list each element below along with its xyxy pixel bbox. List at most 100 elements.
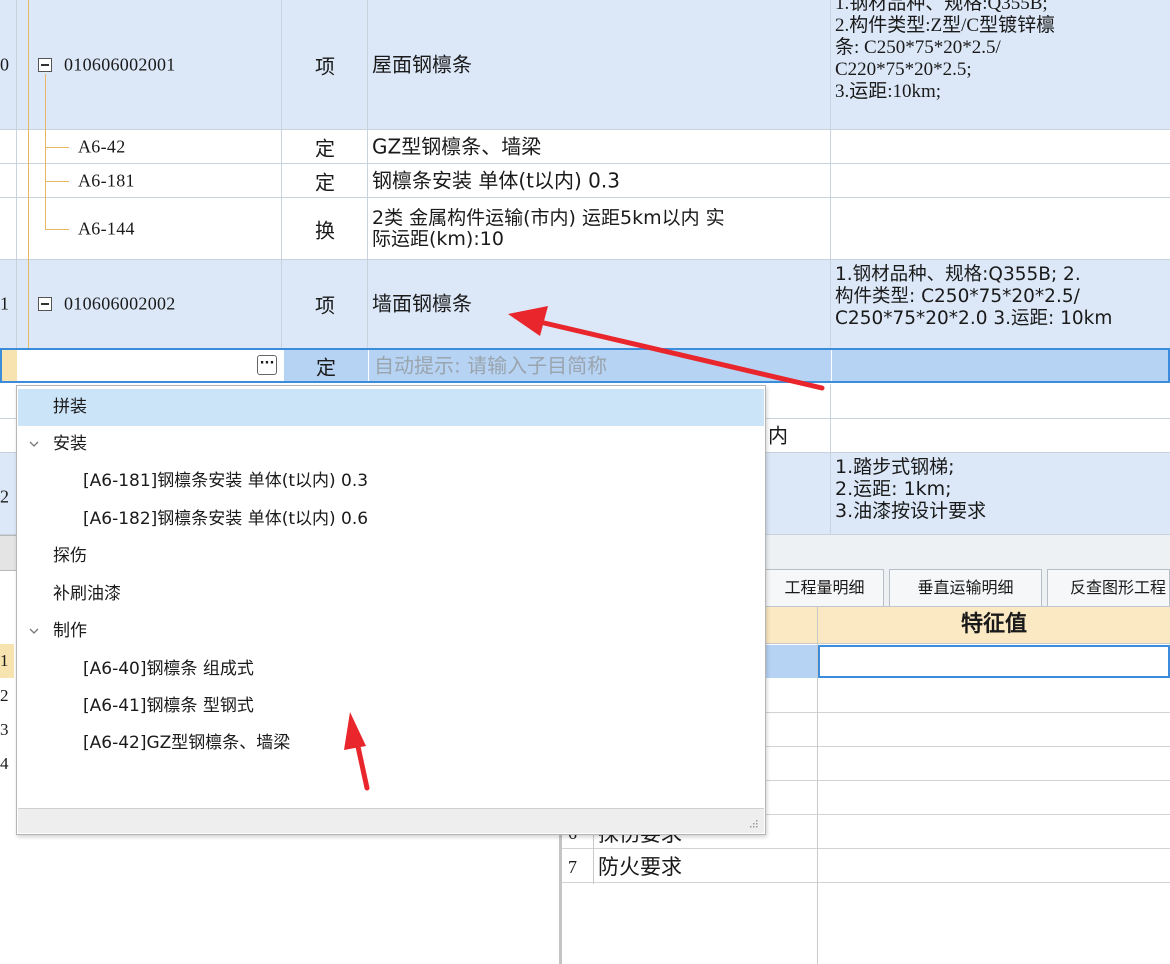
tree-line [45, 181, 69, 182]
collapse-icon[interactable] [38, 297, 52, 311]
quota-code: A6-181 [78, 170, 135, 190]
dropdown-group-assembly[interactable]: 拼装 [18, 389, 764, 426]
row-number-cell [0, 198, 17, 259]
feature-cell[interactable] [831, 198, 1170, 259]
row-number-cell: 2 [0, 453, 17, 534]
active-type-cell[interactable]: 定 [284, 350, 368, 381]
table-row[interactable]: A6-144 换 2类 金属构件运输(市内) 运距5km以内 实 际运距(km)… [0, 198, 1170, 260]
tab-quantity-detail[interactable]: 工程量明细 [765, 569, 884, 606]
type-cell[interactable]: 换 [282, 198, 368, 259]
row-number-cell: 0 [0, 0, 17, 129]
ellipsis-button[interactable]: ··· [257, 355, 277, 375]
code-cell[interactable]: 010606002002 [17, 260, 282, 348]
type-cell[interactable]: 定 [282, 130, 368, 163]
type-label: 定 [316, 355, 336, 379]
feature-line: C220*75*20*2.5; [835, 59, 972, 80]
item-label: [A6-40]钢檩条 组成式 [83, 659, 254, 679]
type-label: 换 [315, 218, 335, 242]
tree-line [28, 0, 29, 130]
feature-text: 1.踏步式钢梯; 2.运距: 1km; 3.油漆按设计要求 [835, 456, 1168, 522]
dropdown-item[interactable]: [A6-40]钢檩条 组成式 [18, 651, 764, 688]
code-cell[interactable]: 010606002001 [17, 0, 282, 129]
feature-line: 1.钢材品种、规格:Q355B; [835, 0, 1048, 14]
code-input[interactable] [18, 350, 282, 382]
dropdown-group-painting[interactable]: 补刷油漆 [18, 576, 764, 613]
feature-value-input[interactable] [818, 645, 1170, 678]
tab-label: 反查图形工程 [1070, 578, 1167, 597]
row-number: 2 [0, 686, 9, 705]
autocomplete-dropdown[interactable]: 拼装 安装 [A6-181]钢檩条安装 单体(t以内) 0.3 [A6-182]… [16, 385, 766, 835]
table-row[interactable]: A6-42 定 GZ型钢檩条、墙梁 [0, 130, 1170, 164]
name-cell[interactable]: 屋面钢檩条 [368, 0, 831, 129]
item-label: [A6-42]GZ型钢檩条、墙梁 [83, 733, 291, 753]
collapse-icon[interactable] [38, 57, 52, 72]
row-number: 4 [0, 754, 9, 773]
item-name: 钢檩条安装 单体(t以内) 0.3 [372, 168, 620, 192]
feature-text: 1.钢材品种、规格:Q355B; 2.构件类型:Z型/C型镀锌檩 条: C250… [835, 0, 1168, 103]
feature-cell[interactable]: 1.钢材品种、规格:Q355B; 2.构件类型:Z型/C型镀锌檩 条: C250… [831, 0, 1170, 129]
dropdown-group-inspection[interactable]: 探伤 [18, 538, 764, 575]
name-placeholder: 自动提示: 请输入子目简称 [374, 353, 608, 377]
tree-line [45, 74, 46, 230]
row-number: 1 [0, 651, 9, 670]
bill-code: 010606002002 [64, 293, 176, 314]
name-cell[interactable]: 2类 金属构件运输(市内) 运距5km以内 实 际运距(km):10 [368, 198, 831, 259]
table-row[interactable]: A6-181 定 钢檩条安装 单体(t以内) 0.3 [0, 164, 1170, 198]
resize-grip-icon[interactable] [748, 818, 758, 828]
feature-cell[interactable]: 1.钢材品种、规格:Q355B; 2. 构件类型: C250*75*20*2.5… [831, 260, 1170, 348]
item-label: [A6-181]钢檩条安装 单体(t以内) 0.3 [83, 471, 369, 491]
dropdown-footer [18, 808, 764, 833]
item-name: 2类 金属构件运输(市内) 运距5km以内 实 际运距(km):10 [372, 207, 826, 250]
name-cell[interactable]: 钢檩条安装 单体(t以内) 0.3 [368, 164, 831, 197]
item-name: 墙面钢檩条 [372, 291, 472, 316]
active-name-cell[interactable]: 自动提示: 请输入子目简称 [369, 350, 831, 381]
name-line: 际运距(km):10 [372, 227, 504, 250]
tab-vertical-transport[interactable]: 垂直运输明细 [889, 569, 1042, 606]
feature-cell[interactable] [831, 130, 1170, 163]
type-cell[interactable]: 项 [282, 0, 368, 129]
type-cell[interactable]: 项 [282, 260, 368, 348]
tree-line [28, 130, 29, 350]
feature-line: 2.运距: 1km; [835, 478, 952, 500]
row-number: 2 [0, 486, 9, 507]
feature-cell[interactable] [831, 384, 1170, 418]
type-cell[interactable]: 定 [282, 164, 368, 197]
dropdown-item[interactable]: [A6-182]钢檩条安装 单体(t以内) 0.6 [18, 501, 764, 538]
type-label: 项 [315, 293, 335, 318]
active-feature-cell[interactable] [832, 350, 1170, 381]
name-cell[interactable]: 墙面钢檩条 [368, 260, 831, 348]
row-number-cell [0, 164, 17, 197]
type-label: 定 [315, 136, 335, 160]
table-row[interactable]: 0 010606002001 项 屋面钢檩条 1.钢材品种、规格:Q355B; … [0, 0, 1170, 130]
property-number: 7 [568, 857, 577, 877]
item-name: GZ型钢檩条、墙梁 [372, 134, 542, 158]
chevron-down-icon[interactable] [29, 626, 39, 636]
group-label: 制作 [53, 621, 87, 641]
feature-line: 条: C250*75*20*2.5/ [835, 37, 1001, 58]
row-number: 3 [0, 720, 9, 739]
type-label: 项 [315, 54, 335, 78]
feature-cell[interactable] [831, 164, 1170, 197]
tab-reverse-lookup[interactable]: 反查图形工程 [1047, 569, 1170, 606]
row-number: 1 [0, 293, 9, 314]
dropdown-item[interactable]: [A6-41]钢檩条 型钢式 [18, 688, 764, 725]
feature-line: 1.踏步式钢梯; [835, 456, 955, 478]
row-number-cell: 1 [0, 260, 17, 348]
feature-text: 1.钢材品种、规格:Q355B; 2. 构件类型: C250*75*20*2.5… [835, 264, 1168, 330]
dropdown-item[interactable]: [A6-42]GZ型钢檩条、墙梁 [18, 725, 764, 762]
tree-line [45, 147, 69, 148]
feature-cell[interactable] [831, 419, 1170, 452]
feature-line: C250*75*20*2.0 3.运距: 10km [835, 308, 1113, 329]
chevron-down-icon[interactable] [29, 439, 39, 449]
quota-code: A6-42 [78, 136, 126, 156]
tree-line [45, 229, 69, 230]
name-cell[interactable]: GZ型钢檩条、墙梁 [368, 130, 831, 163]
feature-cell[interactable]: 1.踏步式钢梯; 2.运距: 1km; 3.油漆按设计要求 [831, 453, 1170, 534]
feature-line: 构件类型: C250*75*20*2.5/ [835, 286, 1080, 307]
dropdown-item[interactable]: [A6-181]钢檩条安装 单体(t以内) 0.3 [18, 463, 764, 500]
dropdown-group-fabrication[interactable]: 制作 [18, 613, 764, 650]
dropdown-group-install[interactable]: 安装 [18, 426, 764, 463]
table-row[interactable]: 1 010606002002 项 墙面钢檩条 1.钢材品种、规格:Q355B; … [0, 260, 1170, 349]
group-label: 探伤 [53, 546, 87, 566]
quota-code: A6-144 [78, 218, 135, 238]
